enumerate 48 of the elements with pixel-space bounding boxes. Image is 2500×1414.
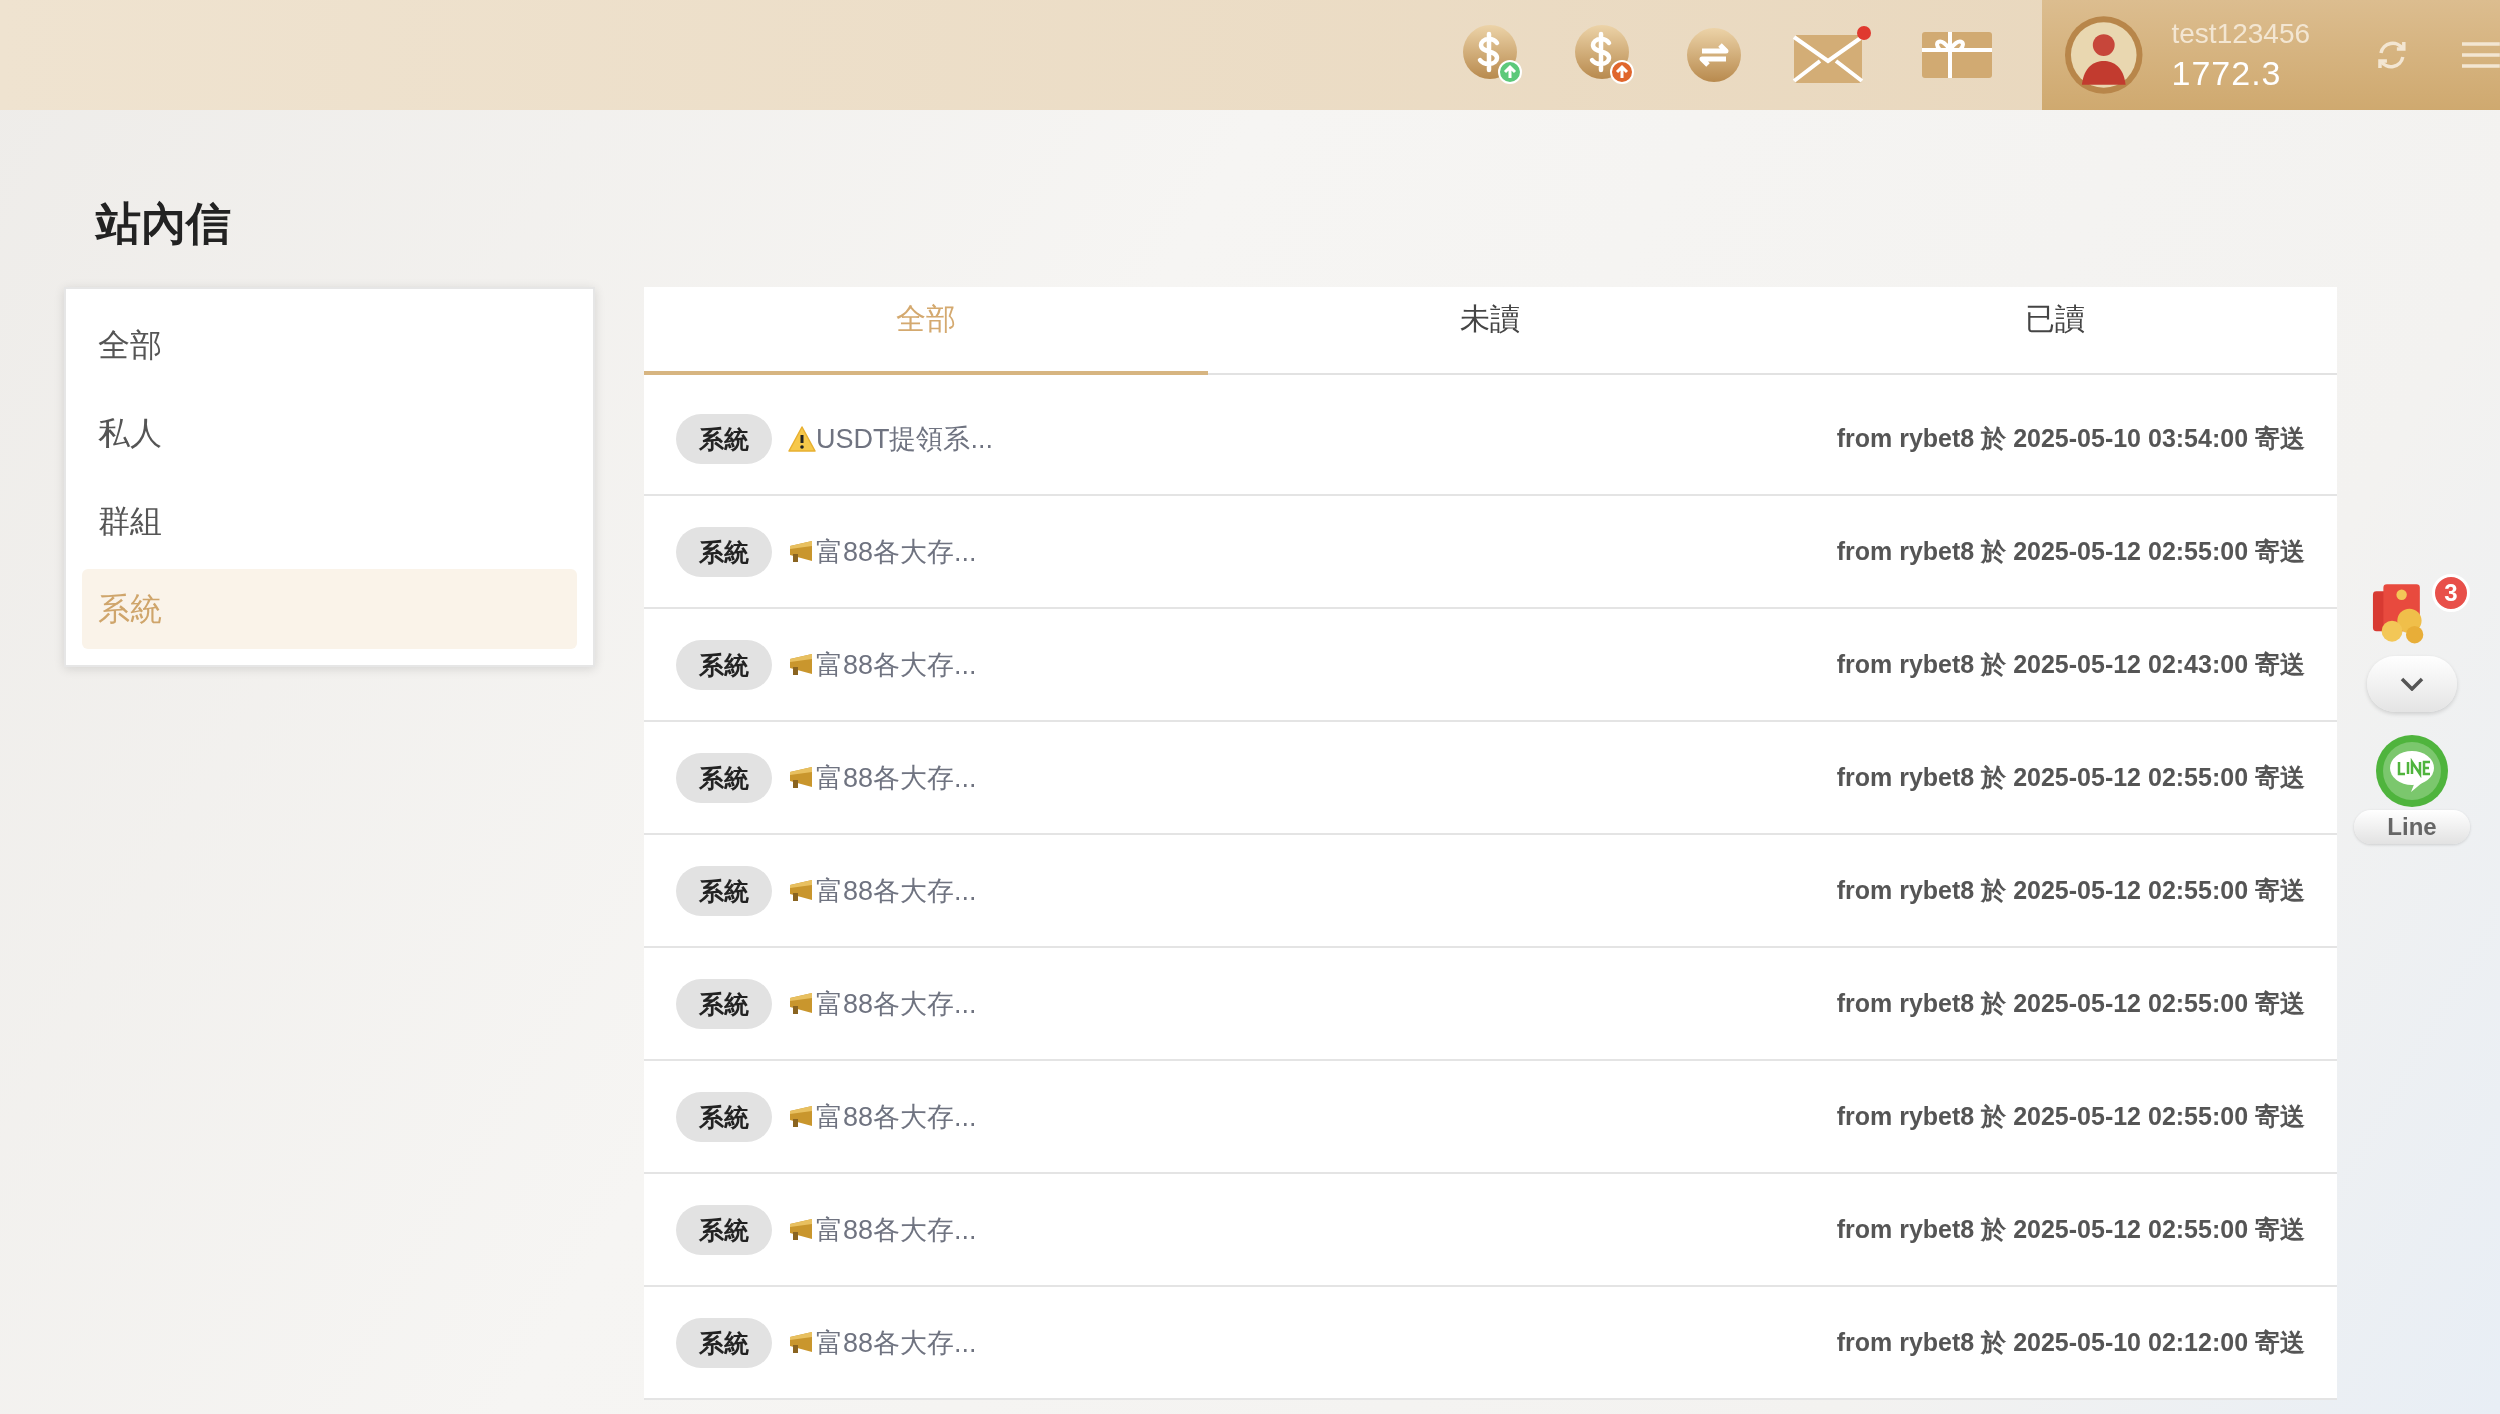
message-title: 富88各大存... [816, 1213, 977, 1247]
category-tag: 系統 [676, 639, 772, 690]
gift-icon[interactable] [1922, 30, 1992, 80]
message-title: 富88各大存... [816, 1100, 977, 1134]
transfer-icon[interactable] [1686, 27, 1742, 83]
message-meta: from rybet8 於 2025-05-10 03:54:00 寄送 [1836, 423, 2305, 454]
category-item[interactable]: 群組 [82, 481, 577, 561]
message-meta: from rybet8 於 2025-05-12 02:55:00 寄送 [1836, 1101, 2305, 1132]
username: test123456 [2171, 17, 2312, 50]
message-meta: from rybet8 於 2025-05-12 02:55:00 寄送 [1836, 1214, 2305, 1245]
tab[interactable]: 未讀 [1208, 287, 1773, 375]
line-label[interactable]: Line [2354, 810, 2470, 844]
line-chat-icon[interactable] [2375, 734, 2449, 808]
mail-icon[interactable] [1792, 25, 1872, 85]
withdraw-icon[interactable] [1574, 24, 1636, 86]
category-tag: 系統 [676, 1204, 772, 1255]
message-meta: from rybet8 於 2025-05-12 02:43:00 寄送 [1836, 649, 2305, 680]
message-meta: from rybet8 於 2025-05-12 02:55:00 寄送 [1836, 988, 2305, 1019]
tab[interactable]: 已讀 [1772, 287, 2337, 375]
message-title: 富88各大存... [816, 761, 977, 795]
message-meta: from rybet8 於 2025-05-12 02:55:00 寄送 [1836, 875, 2305, 906]
message-title: USDT提領系... [816, 422, 993, 456]
category-tag: 系統 [676, 978, 772, 1029]
message-title: 富88各大存... [816, 1326, 977, 1360]
collapse-button[interactable] [2367, 656, 2457, 712]
deposit-icon[interactable] [1462, 24, 1524, 86]
category-item[interactable]: 全部 [82, 305, 577, 385]
message-title: 富88各大存... [816, 648, 977, 682]
chevron-down-icon [2400, 677, 2424, 691]
message-title: 富88各大存... [816, 874, 977, 908]
category-tag: 系統 [676, 526, 772, 577]
menu-icon[interactable] [2462, 41, 2500, 69]
warning-icon [788, 425, 816, 452]
category-tag: 系統 [676, 413, 772, 464]
category-item[interactable]: 私人 [82, 393, 577, 473]
category-tag: 系統 [676, 752, 772, 803]
category-tag: 系統 [676, 1317, 772, 1368]
balance: 1772.3 [2171, 53, 2283, 93]
notification-badge: 3 [2432, 574, 2470, 612]
message-title: 富88各大存... [816, 535, 977, 569]
category-tag: 系統 [676, 865, 772, 916]
message-meta: from rybet8 於 2025-05-12 02:55:00 寄送 [1836, 762, 2305, 793]
message-title: 富88各大存... [816, 987, 977, 1021]
message-meta: from rybet8 於 2025-05-10 02:12:00 寄送 [1836, 1327, 2305, 1358]
avatar-icon[interactable] [2064, 15, 2144, 95]
page-title: 站內信 [94, 197, 232, 251]
message-meta: from rybet8 於 2025-05-12 02:55:00 寄送 [1836, 536, 2305, 567]
category-tag: 系統 [676, 1091, 772, 1142]
